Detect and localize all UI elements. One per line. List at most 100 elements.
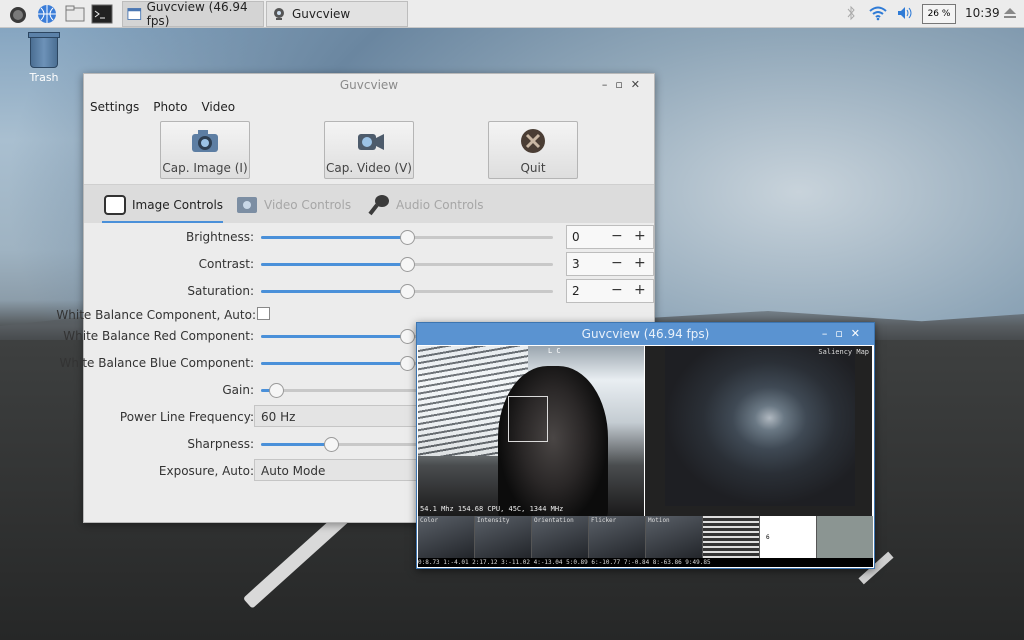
taskbar: Guvcview (46.94 fps) Guvcview 26 % 10:39 [0, 0, 1024, 28]
thumbnail-orientation: Orientation [532, 516, 589, 558]
contrast-spinbox[interactable]: 3 − + [566, 252, 654, 276]
video-window-title: Guvcview (46.94 fps) [581, 327, 710, 341]
slider-handle[interactable] [268, 383, 284, 398]
brightness-spinbox[interactable]: 0 − + [566, 225, 654, 249]
terminal-icon[interactable] [91, 3, 113, 25]
taskbar-window-label: Guvcview [292, 7, 351, 21]
slider-handle[interactable] [400, 230, 415, 245]
saliency-map-label: Saliency Map [818, 348, 869, 356]
capture-video-label: Cap. Video (V) [326, 161, 412, 175]
increment-button[interactable]: + [634, 255, 646, 271]
file-manager-icon[interactable] [64, 3, 86, 25]
exposure-auto-label: Exposure, Auto: [158, 464, 254, 478]
feature-status-line: 0:8.73 1:-4.01 2:17.12 3:-11.02 4:-13.04… [418, 558, 873, 567]
raspberry-menu-icon[interactable] [7, 3, 29, 25]
camera-stats-overlay: 54.1 Mhz 154.68 CPU, 45C, 1344 MHz [420, 505, 564, 513]
capture-image-label: Cap. Image (I) [162, 161, 248, 175]
saturation-label: Saturation: [187, 284, 254, 298]
window-icon [127, 8, 142, 20]
maximize-icon[interactable]: ▫ [835, 327, 850, 340]
video-window-titlebar[interactable]: Guvcview (46.94 fps) –▫✕ [417, 323, 874, 345]
clock[interactable]: 10:39 [965, 6, 1000, 20]
menu-video[interactable]: Video [201, 100, 235, 114]
saturation-row: Saturation: 2 − + [84, 279, 654, 303]
overlay-top-text: L C [548, 347, 561, 355]
minimize-icon[interactable]: – [602, 78, 616, 91]
thumbnail-binary: 6 [760, 516, 817, 558]
maximize-icon[interactable]: ▫ [615, 78, 630, 91]
volume-icon[interactable] [896, 5, 914, 21]
image-controls-icon [104, 195, 126, 215]
white-balance-auto-checkbox[interactable] [257, 307, 270, 320]
window-titlebar[interactable]: Guvcview –▫✕ [84, 74, 654, 96]
decrement-button[interactable]: − [611, 228, 623, 244]
wifi-icon[interactable] [869, 5, 887, 21]
decrement-button[interactable]: − [611, 282, 623, 298]
capture-video-button[interactable]: Cap. Video (V) [324, 121, 414, 179]
slider-handle[interactable] [400, 356, 415, 371]
saliency-heatmap [665, 346, 855, 506]
increment-button[interactable]: + [634, 282, 646, 298]
white-balance-red-label: White Balance Red Component: [63, 329, 254, 343]
focus-box [508, 396, 548, 442]
capture-image-button[interactable]: Cap. Image (I) [160, 121, 250, 179]
thumbnail-flicker: Flicker [589, 516, 646, 558]
quit-icon [521, 129, 545, 153]
slider-handle[interactable] [400, 329, 415, 344]
slider-handle[interactable] [400, 257, 415, 272]
thumbnail-label: Color [420, 517, 439, 524]
trash-icon [28, 32, 60, 68]
contrast-value[interactable]: 3 [572, 257, 580, 271]
bluetooth-icon[interactable] [846, 5, 856, 21]
eject-icon[interactable] [1003, 7, 1017, 19]
cpu-usage-monitor[interactable]: 26 % [922, 4, 956, 24]
saturation-spinbox[interactable]: 2 − + [566, 279, 654, 303]
quit-button[interactable]: Quit [488, 121, 578, 179]
minimize-icon[interactable]: – [822, 327, 836, 340]
saliency-map-view: Saliency Map [645, 346, 872, 516]
taskbar-window-guvcview[interactable]: Guvcview [266, 1, 408, 27]
sharpness-label: Sharpness: [187, 437, 254, 451]
menu-photo[interactable]: Photo [153, 100, 187, 114]
thumbnail-color: Color [418, 516, 475, 558]
brightness-slider[interactable] [261, 230, 553, 245]
close-icon[interactable]: ✕ [631, 78, 648, 91]
camera-preview: L C 54.1 Mhz 154.68 CPU, 45C, 1344 MHz [418, 346, 644, 516]
power-line-frequency-dropdown[interactable]: 60 Hz [254, 405, 424, 427]
power-line-frequency-label: Power Line Frequency: [119, 410, 254, 424]
thumbnail-label: Orientation [534, 517, 574, 524]
trash-desktop-item[interactable]: Trash [22, 32, 66, 84]
exposure-auto-dropdown[interactable]: Auto Mode [254, 459, 424, 481]
thumbnail-pattern [703, 516, 760, 558]
tab-image-controls[interactable]: Image Controls [102, 189, 224, 223]
taskbar-window-guvcview-video[interactable]: Guvcview (46.94 fps) [122, 0, 264, 28]
web-browser-icon[interactable] [36, 3, 58, 25]
video-camera-icon [358, 134, 384, 150]
menu-settings[interactable]: Settings [90, 100, 139, 114]
tab-label: Video Controls [264, 198, 352, 212]
taskbar-window-label: Guvcview (46.94 fps) [146, 0, 248, 28]
contrast-slider[interactable] [261, 257, 553, 272]
thumbnail-intensity: Intensity [475, 516, 532, 558]
close-icon[interactable]: ✕ [851, 327, 868, 340]
tab-audio-controls[interactable]: Audio Controls [366, 189, 484, 221]
white-balance-auto-label: White Balance Component, Auto: [56, 308, 256, 322]
guvcview-video-window: Guvcview (46.94 fps) –▫✕ L C 54.1 Mhz 15… [416, 322, 875, 569]
camera-icon [192, 130, 218, 152]
contrast-row: Contrast: 3 − + [84, 252, 654, 276]
saturation-slider[interactable] [261, 284, 553, 299]
gain-label: Gain: [222, 383, 254, 397]
increment-button[interactable]: + [634, 228, 646, 244]
thumbnail-label: Flicker [591, 517, 617, 524]
decrement-button[interactable]: − [611, 255, 623, 271]
quit-label: Quit [520, 161, 546, 175]
trash-label: Trash [29, 71, 59, 84]
brightness-value[interactable]: 0 [572, 230, 580, 244]
slider-handle[interactable] [324, 437, 340, 452]
thumbnail-label: Intensity [477, 517, 510, 524]
tab-video-controls[interactable]: Video Controls [234, 189, 351, 221]
tab-label: Audio Controls [396, 198, 484, 212]
menu-bar: Settings Photo Video [84, 96, 654, 118]
saturation-value[interactable]: 2 [572, 284, 580, 298]
slider-handle[interactable] [400, 284, 415, 299]
